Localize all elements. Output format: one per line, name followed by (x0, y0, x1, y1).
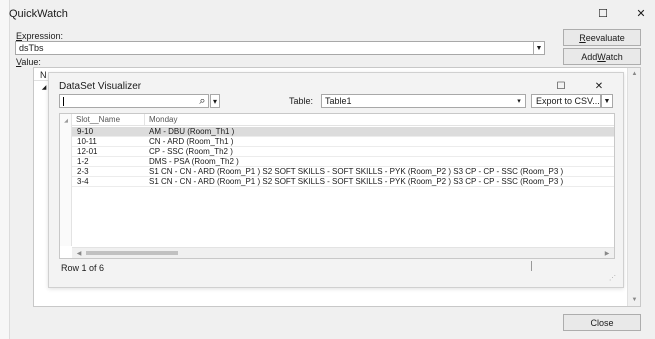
resize-grip-icon[interactable]: ⋰ (609, 274, 616, 282)
visualizer-maximize-button[interactable]: ☐ (553, 79, 569, 93)
cell-slot-name: 1-2 (77, 157, 89, 166)
cell-monday: CN - ARD (Room_Th1 ) (149, 137, 234, 146)
visualizer-search-input[interactable] (59, 94, 209, 108)
horizontal-scroll-thumb[interactable] (86, 251, 178, 255)
table-select[interactable]: Table1 ▾ (321, 94, 526, 108)
column-header-monday[interactable]: Monday (149, 115, 177, 124)
expression-input-text: dsTbs (19, 43, 44, 53)
row-count-status: Row 1 of 6 (61, 263, 105, 273)
scroll-down-arrow-icon[interactable]: ▼ (630, 296, 639, 304)
cell-monday: S1 CN - CN - ARD (Room_P1 ) S2 SOFT SKIL… (149, 167, 564, 176)
column-divider (144, 114, 145, 126)
value-grid-vertical-scrollbar[interactable]: ▲ ▼ (627, 68, 640, 306)
dataset-visualizer-window: DataSet Visualizer ☐ ✕ ⌕ ▾ Table: Table1… (48, 72, 624, 288)
export-dropdown-button[interactable]: ▼ (601, 94, 613, 108)
status-divider (531, 261, 532, 271)
cell-slot-name: 3-4 (77, 177, 89, 186)
column-header-slot-name[interactable]: Slot__Name (76, 115, 120, 124)
cell-slot-name: 9-10 (77, 127, 94, 136)
window-title: QuickWatch (9, 8, 68, 20)
value-label-text: alue: (21, 57, 41, 67)
cell-monday: DMS - PSA (Room_Th2 ) (149, 157, 239, 166)
scroll-left-arrow-icon[interactable]: ◀ (75, 249, 83, 257)
grid-horizontal-scrollbar[interactable]: ◀ ▶ (72, 247, 614, 258)
value-label: Value: (16, 57, 41, 67)
close-button[interactable]: ✕ (632, 5, 650, 21)
text-cursor (63, 97, 64, 106)
reevaluate-label: eevaluate (585, 32, 625, 43)
value-grid-column-header: N (40, 70, 47, 80)
cell-slot-name: 10-11 (77, 137, 97, 146)
close-dialog-button[interactable]: Close (563, 314, 641, 331)
chevron-down-icon: ▼ (535, 44, 543, 52)
search-icon[interactable]: ⌕ (197, 94, 208, 108)
table-row[interactable]: 3-4 S1 CN - CN - ARD (Room_P1 ) S2 SOFT … (72, 177, 614, 187)
data-grid: ◢ Slot__Name Monday 9-10 AM - DBU (Room_… (59, 113, 615, 259)
expression-input[interactable]: dsTbs (15, 41, 545, 55)
chevron-down-icon: ▼ (603, 97, 611, 105)
table-row[interactable]: 1-2 DMS - PSA (Room_Th2 ) (72, 157, 614, 167)
add-watch-label-pre: Add (581, 51, 598, 62)
table-row[interactable]: 9-10 AM - DBU (Room_Th1 ) (72, 127, 614, 137)
search-options-dropdown[interactable]: ▾ (210, 94, 220, 108)
add-watch-label-post: atch (605, 51, 623, 62)
table-row[interactable]: 2-3 S1 CN - CN - ARD (Room_P1 ) S2 SOFT … (72, 167, 614, 177)
table-row[interactable]: 10-11 CN - ARD (Room_Th1 ) (72, 137, 614, 147)
table-label: Table: (289, 96, 314, 106)
visualizer-close-button[interactable]: ✕ (591, 79, 607, 93)
row-header-column (60, 114, 72, 246)
cell-monday: S1 CN - CN - ARD (Room_P1 ) S2 SOFT SKIL… (149, 177, 564, 186)
cell-slot-name: 2-3 (77, 167, 89, 176)
cell-slot-name: 12-01 (77, 147, 98, 156)
visualizer-title: DataSet Visualizer (59, 81, 142, 92)
cell-monday: AM - DBU (Room_Th1 ) (149, 127, 235, 136)
scroll-right-arrow-icon[interactable]: ▶ (603, 249, 611, 257)
table-select-value: Table1 (325, 96, 352, 106)
add-watch-accel: W (597, 51, 606, 62)
expression-label: Expression: (16, 31, 63, 41)
scroll-up-arrow-icon[interactable]: ▲ (630, 70, 639, 78)
export-to-csv-label: Export to CSV... (536, 96, 600, 106)
reevaluate-button[interactable]: Reevaluate (563, 29, 641, 46)
cell-monday: CP - SSC (Room_Th2 ) (149, 147, 233, 156)
export-to-csv-button[interactable]: Export to CSV... (531, 94, 601, 108)
expand-collapse-icon[interactable]: ◢ (40, 83, 48, 91)
add-watch-button[interactable]: Add Watch (563, 48, 641, 65)
select-all-corner-icon[interactable]: ◢ (61, 116, 71, 125)
background-window-edge (0, 0, 10, 339)
expression-label-text: xpression: (22, 31, 64, 41)
chevron-down-icon: ▾ (517, 98, 521, 105)
expression-dropdown-button[interactable]: ▼ (533, 41, 545, 55)
maximize-button[interactable]: ☐ (594, 5, 612, 21)
table-row[interactable]: 12-01 CP - SSC (Room_Th2 ) (72, 147, 614, 157)
